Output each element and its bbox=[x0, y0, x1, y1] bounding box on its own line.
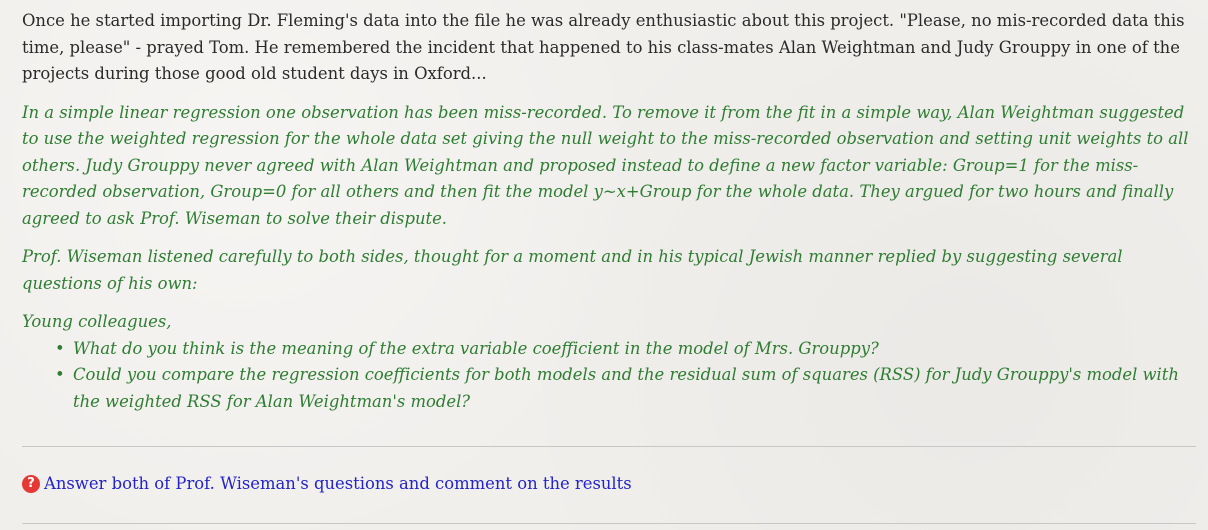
bullet-icon: • bbox=[55, 365, 65, 384]
divider-bottom bbox=[22, 523, 1196, 524]
bullet-icon: • bbox=[55, 338, 65, 358]
task-link[interactable]: Answer both of Prof. Wiseman's questions… bbox=[44, 471, 632, 497]
list-item: • What do you think is the meaning of th… bbox=[55, 336, 1202, 363]
list-item: • Could you compare the regression coeff… bbox=[55, 362, 1202, 415]
intro-paragraph: Once he started importing Dr. Fleming's … bbox=[22, 11, 1185, 83]
story-paragraph-2: Prof. Wiseman listened carefully to both… bbox=[22, 247, 1123, 293]
task-row: ? Answer both of Prof. Wiseman's questio… bbox=[22, 471, 632, 497]
salutation: Young colleagues, bbox=[22, 312, 172, 331]
question-text: Could you compare the regression coeffic… bbox=[73, 365, 1179, 411]
divider-top bbox=[22, 446, 1196, 447]
questions-list: • What do you think is the meaning of th… bbox=[22, 336, 1202, 416]
page: Once he started importing Dr. Fleming's … bbox=[0, 0, 1208, 530]
story-section: In a simple linear regression one observ… bbox=[22, 100, 1202, 416]
story-paragraph-1: In a simple linear regression one observ… bbox=[22, 102, 1189, 228]
question-circle-icon: ? bbox=[22, 475, 40, 493]
question-text: What do you think is the meaning of the … bbox=[73, 338, 879, 358]
